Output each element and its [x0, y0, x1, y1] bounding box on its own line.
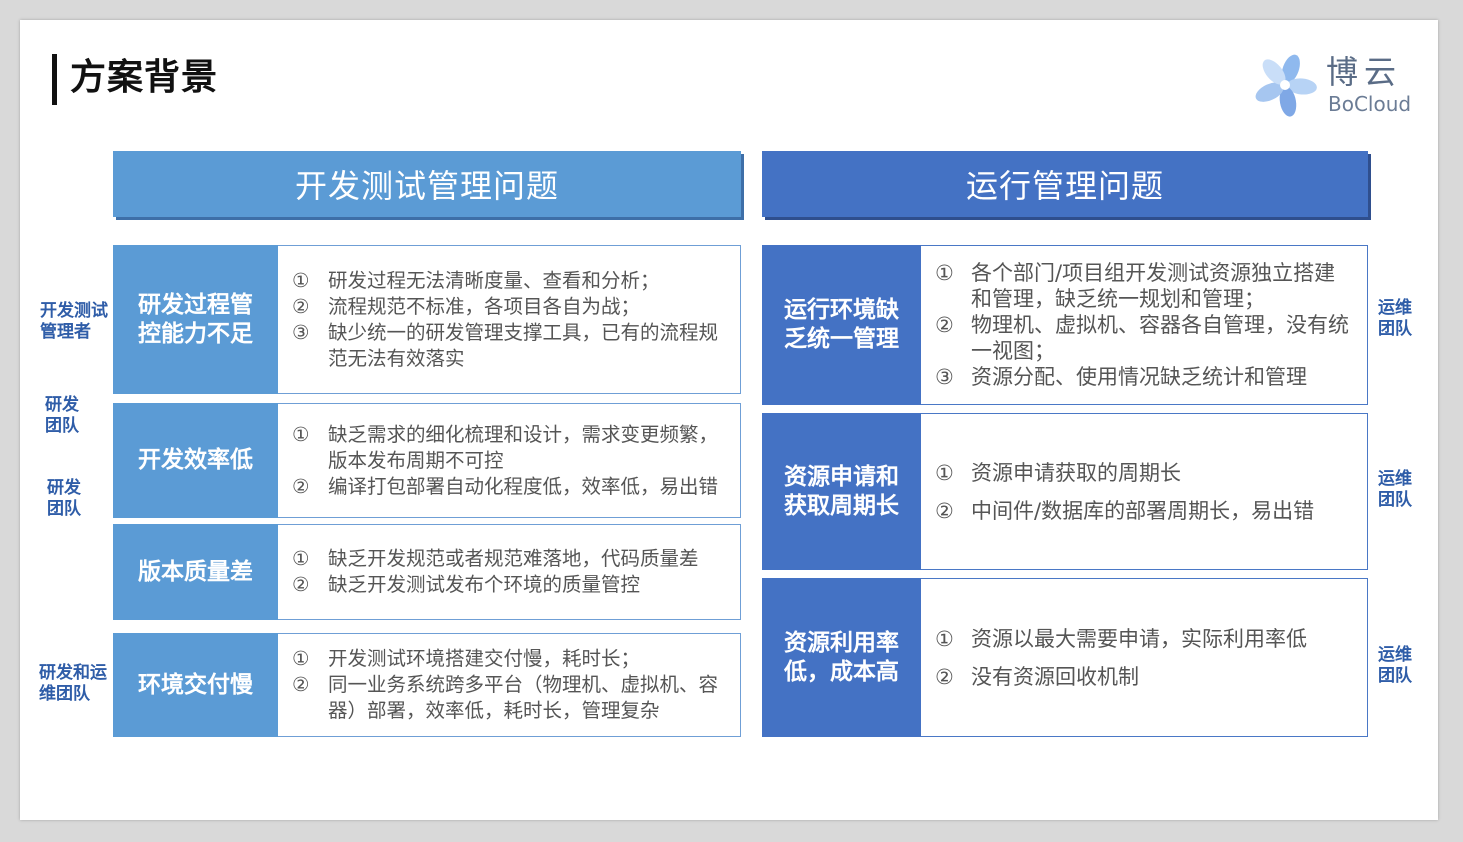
list-item: ① 缺乏需求的细化梳理和设计，需求变更频繁，版本发布周期不可控: [292, 422, 719, 472]
list-item: ② 同一业务系统跨多平台（物理机、虚拟机、容器）部署，效率低，耗时长，管理复杂: [292, 673, 719, 722]
logo-text-cn: 博云: [1326, 53, 1403, 91]
list-item: ② 编译打包部署自动化程度低，效率低，易出错: [292, 474, 719, 498]
row-label: 资源申请和获取周期长: [762, 413, 921, 570]
right-row-environment: 运行环境缺乏统一管理 ① 各个部门/项目组开发测试资源独立搭建和管理，缺乏统一规划…: [762, 245, 1368, 405]
bocloud-flower-icon: [1255, 54, 1317, 117]
row-label: 环境交付慢: [113, 633, 278, 737]
row-label: 资源利用率低，成本高: [762, 578, 921, 737]
side-label-test-manager: 开发测试管理者: [40, 301, 108, 342]
list-item: ② 流程规范不标准，各项目各自为战；: [292, 294, 641, 318]
row-items: ① 各个部门/项目组开发测试资源独立搭建和管理，缺乏统一规划和管理； ② 物理机、虚…: [921, 245, 1368, 405]
left-row-delivery: 环境交付慢 ① 开发测试环境搭建交付慢，耗时长； ② 同一业务系统跨多平台（物理机、…: [113, 633, 741, 737]
side-label-dev-team: 研发团队: [45, 395, 79, 436]
list-item: ① 缺乏开发规范或者规范难落地，代码质量差: [292, 547, 699, 570]
row-items: ① 资源以最大需要申请，实际利用率低 ② 没有资源回收机制: [921, 578, 1368, 737]
right-column-header: 运行管理问题: [762, 151, 1368, 217]
list-item: ① 资源以最大需要申请，实际利用率低: [935, 626, 1307, 651]
side-label-ops-team: 运维团队: [1378, 298, 1412, 339]
left-column-header: 开发测试管理问题: [113, 151, 741, 217]
side-label-dev-ops-team: 研发和运维团队: [39, 663, 107, 704]
row-items: ① 资源申请获取的周期长 ② 中间件/数据库的部署周期长，易出错: [921, 413, 1368, 570]
list-item: ① 各个部门/项目组开发测试资源独立搭建和管理，缺乏统一规划和管理；: [935, 261, 1336, 311]
list-item: ② 物理机、虚拟机、容器各自管理，没有统一视图；: [935, 313, 1349, 363]
row-items: ① 缺乏开发规范或者规范难落地，代码质量差 ② 缺乏开发测试发布个环境的质量管控: [278, 524, 741, 620]
left-row-quality: 版本质量差 ① 缺乏开发规范或者规范难落地，代码质量差 ② 缺乏开发测试发布个环境的…: [113, 524, 741, 620]
logo-text-en: BoCloud: [1328, 92, 1412, 116]
list-item: ② 没有资源回收机制: [935, 664, 1139, 689]
side-label-dev-team: 研发团队: [47, 478, 81, 519]
row-items: ① 研发过程无法清晰度量、查看和分析； ② 流程规范不标准，各项目各自为战； ③ 缺少…: [278, 245, 741, 394]
list-item: ① 开发测试环境搭建交付慢，耗时长；: [292, 647, 641, 670]
list-item: ① 研发过程无法清晰度量、查看和分析；: [292, 268, 660, 292]
list-item: ① 资源申请获取的周期长: [935, 460, 1181, 485]
list-item: ③ 资源分配、使用情况缺乏统计和管理: [935, 365, 1307, 389]
title-accent-bar: [52, 54, 57, 105]
row-label: 运行环境缺乏统一管理: [762, 245, 921, 405]
right-row-resource-request: 资源申请和获取周期长 ① 资源申请获取的周期长 ② 中间件/数据库的部署周期长，易出…: [762, 413, 1368, 570]
row-label: 开发效率低: [113, 403, 278, 518]
list-item: ② 中间件/数据库的部署周期长，易出错: [935, 498, 1315, 523]
bocloud-logo: 博云 BoCloud: [1252, 52, 1422, 118]
left-row-efficiency: 开发效率低 ① 缺乏需求的细化梳理和设计，需求变更频繁，版本发布周期不可控 ② 编译…: [113, 403, 741, 518]
right-row-utilization: 资源利用率低，成本高 ① 资源以最大需要申请，实际利用率低 ② 没有资源回收机制: [762, 578, 1368, 737]
row-items: ① 开发测试环境搭建交付慢，耗时长； ② 同一业务系统跨多平台（物理机、虚拟机、容器…: [278, 633, 741, 737]
left-row-process: 研发过程管控能力不足 ① 研发过程无法清晰度量、查看和分析； ② 流程规范不标准，各…: [113, 245, 741, 394]
page-title: 方案背景: [70, 57, 219, 98]
row-label: 研发过程管控能力不足: [113, 245, 278, 394]
row-label: 版本质量差: [113, 524, 278, 620]
list-item: ③ 缺少统一的研发管理支撑工具，已有的流程规范无法有效落实: [292, 320, 719, 370]
list-item: ② 缺乏开发测试发布个环境的质量管控: [292, 573, 641, 596]
row-items: ① 缺乏需求的细化梳理和设计，需求变更频繁，版本发布周期不可控 ② 编译打包部署自动…: [278, 403, 741, 518]
side-label-ops-team: 运维团队: [1378, 645, 1412, 686]
side-label-ops-team: 运维团队: [1378, 469, 1412, 510]
